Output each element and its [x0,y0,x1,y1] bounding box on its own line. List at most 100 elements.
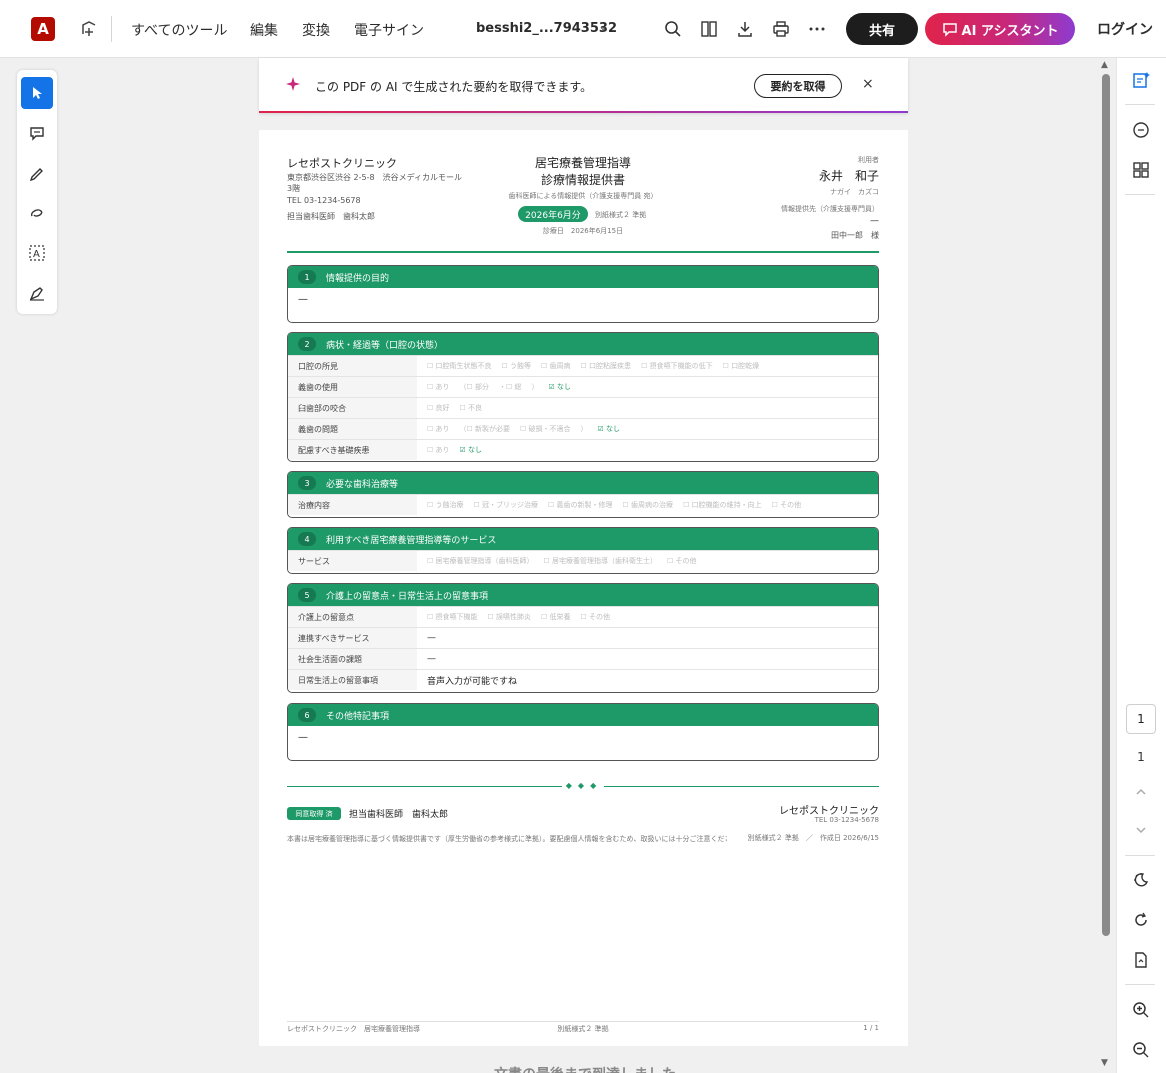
get-summary-button[interactable]: 要約を取得 [754,74,842,98]
form-note: 別紙様式２ 準拠 [595,211,647,219]
chevron-down-icon[interactable]: ⌄ [598,19,608,33]
section-header: 4 利用すべき居宅療養管理指導等のサービス [288,528,878,550]
option: ☐ 居宅療養管理指導（歯科医師） [427,557,534,565]
recipient-label: 情報提供先（介護支援専門員） [781,205,879,213]
menu-e-sign[interactable]: 電子サイン [354,20,424,40]
consent-badge: 同意取得 済 [287,807,341,820]
more-options-icon[interactable] [806,18,828,40]
banner-message: この PDF の AI で生成された要約を取得できます。 [315,80,593,94]
option: ☐ あり [427,425,450,433]
file-export-icon[interactable] [1129,948,1153,972]
ai-sparkle-icon [286,77,300,91]
row-label: 口腔の所見 [288,356,417,376]
section-number: 2 [298,337,316,351]
row-value: ☐ あり ☑ なし [417,440,878,460]
vertical-scrollbar[interactable]: ▲ ▼ [1099,58,1113,1073]
text-box-tool-icon[interactable]: A [21,237,53,269]
date-pill: 2026年6月分 [518,206,588,222]
patient-label: 利用者 [858,156,879,164]
organize-pages-icon[interactable] [1129,158,1153,182]
option: ☐ う蝕治療 [427,501,464,509]
file-name[interactable]: besshi2_...7943532 [476,21,617,36]
zoom-out-icon[interactable] [1129,1038,1153,1062]
scroll-thumb[interactable] [1102,74,1110,936]
option: （☐ 部分 [459,383,490,391]
section-body: — [298,294,308,305]
section-services: 4 利用すべき居宅療養管理指導等のサービス サービス ☐ 居宅療養管理指導（歯科… [287,527,879,574]
row-value: ☐ あり （☐ 新製が必要 ☐ 破損・不適合 ） ☑ なし [417,419,878,439]
ai-chat-icon [942,23,957,37]
rotate-icon[interactable] [1129,908,1153,932]
rail-divider [1125,104,1155,105]
comments-panel-icon[interactable] [1129,118,1153,142]
table-row: 口腔の所見 ☐ 口腔衛生状態不良 ☐ う蝕等 ☐ 歯周病 ☐ 口腔粘膜疾患 ☐ … [288,355,878,376]
page-down-icon[interactable] [1129,818,1153,842]
search-icon[interactable] [662,18,684,40]
row-label: 治療内容 [288,495,417,515]
login-button[interactable]: ログイン [1097,19,1153,39]
option: ☐ 破損・不適合 [520,425,571,433]
highlight-tool-icon[interactable] [21,157,53,189]
page-footer-right: 1 / 1 [863,1024,879,1032]
svg-text:A: A [33,249,40,260]
create-ai-icon[interactable] [78,18,100,40]
doc-title-line1: 居宅療養管理指導 [534,156,631,170]
footer-rule-left [287,786,562,787]
option: ☐ 居宅療養管理指導（歯科衛生士） [543,557,658,565]
dark-mode-icon[interactable] [1129,868,1153,892]
ai-summary-icon[interactable] [1129,68,1153,92]
section-title: 情報提供の目的 [326,273,390,284]
menu-convert[interactable]: 変換 [302,20,330,40]
row-value: — [427,633,436,643]
scroll-down-arrow-icon[interactable]: ▼ [1101,1058,1108,1068]
footer-meta: 別紙様式２ 準拠 ／ 作成日 2026/6/15 [747,834,879,842]
page-thumbnails-icon[interactable] [698,18,720,40]
row-value: 音声入力が可能ですね [427,676,518,687]
acrobat-logo-icon[interactable]: A [31,17,55,41]
menu-all-tools[interactable]: すべてのツール [131,20,227,40]
option-checked: ☑ なし [597,425,621,433]
menu-edit[interactable]: 編集 [250,20,278,40]
section-number: 5 [298,588,316,602]
sign-tool-icon[interactable] [21,277,53,309]
option: ・☐ 総 [499,383,522,391]
print-icon[interactable] [770,18,792,40]
clinic-name: レセポストクリニック [287,157,397,170]
rail-divider [1125,984,1155,985]
section-header: 2 病状・経過等（口腔の状態） [288,333,878,355]
ai-summary-banner: この PDF の AI で生成された要約を取得できます。 要約を取得 × [259,58,908,113]
share-button[interactable]: 共有 [846,13,918,45]
row-label: サービス [288,551,417,571]
section-condition: 2 病状・経過等（口腔の状態） 口腔の所見 ☐ 口腔衛生状態不良 ☐ う蝕等 ☐… [287,332,879,462]
row-value: ☐ 良好 ☐ 不良 [417,398,878,418]
option: ） [531,383,539,391]
table-row: 介護上の留意点 ☐ 摂食嚥下機能 ☐ 誤嚥性肺炎 ☐ 低栄養 ☐ その他 [288,606,878,627]
table-row: 義歯の問題 ☐ あり （☐ 新製が必要 ☐ 破損・不適合 ） ☑ なし [288,418,878,439]
zoom-in-icon[interactable] [1129,998,1153,1022]
draw-tool-icon[interactable] [21,197,53,229]
page-up-icon[interactable] [1129,780,1153,804]
option: ☐ その他 [771,501,802,509]
rail-divider [1125,855,1155,856]
current-page-input[interactable]: 1 [1126,704,1156,734]
section-header: 6 その他特記事項 [288,704,878,726]
row-value: ☐ 摂食嚥下機能 ☐ 誤嚥性肺炎 ☐ 低栄養 ☐ その他 [417,607,878,627]
table-row: 治療内容 ☐ う蝕治療 ☐ 冠・ブリッジ治療 ☐ 義歯の新製・修理 ☐ 歯周病の… [288,494,878,515]
comment-tool-icon[interactable] [21,117,53,149]
diamond-ornament-icon: ◆◆◆ [565,781,603,790]
rail-divider [1125,194,1155,195]
select-tool-icon[interactable] [21,77,53,109]
row-label: 介護上の留意点 [288,607,417,627]
scroll-up-arrow-icon[interactable]: ▲ [1101,60,1108,70]
doc-subtitle: 歯科医師による情報提供（介護支援専門員 宛） [508,192,658,200]
footer-note: 本書は居宅療養管理指導に基づく情報提供書です（厚生労働省の参考様式に準拠）。要配… [287,835,727,843]
footer-rule-right [604,786,879,787]
close-icon[interactable]: × [862,76,874,92]
ai-assistant-button[interactable]: AI アシスタント [925,13,1075,45]
row-value: ☐ 居宅療養管理指導（歯科医師） ☐ 居宅療養管理指導（歯科衛生士） ☐ その他 [417,551,878,571]
section-title: 必要な歯科治療等 [326,479,399,490]
end-of-document-message: 文書の最後まで到達しました [494,1064,676,1073]
option: ☐ 不良 [459,404,483,412]
download-icon[interactable] [734,18,756,40]
clinic-dentist: 担当歯科医師 歯科太郎 [287,212,375,221]
